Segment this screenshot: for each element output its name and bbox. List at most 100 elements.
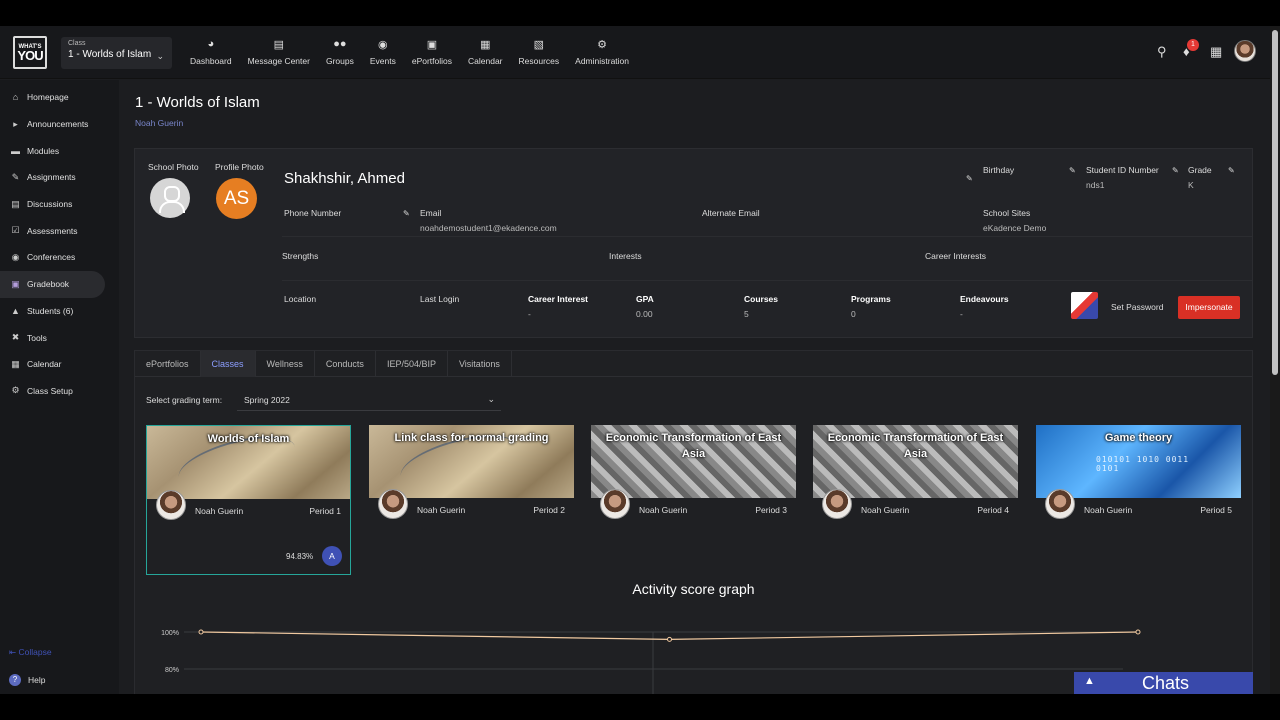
class-title: Economic Transformation of East Asia [827, 432, 1004, 460]
class-title: Worlds of Islam [207, 433, 290, 445]
class-teacher: Noah Guerin [417, 505, 466, 515]
set-password-icon[interactable] [1071, 292, 1098, 319]
career-interest-value: - [528, 309, 531, 319]
set-password-button[interactable]: Set Password [1111, 302, 1163, 312]
sidebar-item-label: Assessments [27, 225, 78, 236]
nav-label: ePortfolios [411, 56, 453, 66]
nav-eportfolios[interactable]: ▣ ePortfolios [404, 38, 460, 66]
sidebar-item-announcements[interactable]: ▸ Announcements [0, 111, 119, 138]
class-selector[interactable]: Class 1 - Worlds of Islam ⌄ [61, 37, 172, 69]
activity-score-point[interactable] [198, 629, 204, 635]
school-photo-label: School Photo [148, 162, 199, 172]
sidebar-item-label: Assignments [27, 172, 76, 183]
courses-value: 5 [744, 309, 749, 319]
help-button[interactable]: ? Help [9, 674, 45, 686]
career-interests-label: Career Interests [925, 251, 986, 261]
class-period: Period 2 [533, 505, 565, 515]
nav-dashboard[interactable]: ◕ Dashboard [182, 38, 240, 66]
sidebar-item-class-setup[interactable]: ⚙ Class Setup [0, 378, 119, 405]
question-icon: ? [9, 674, 21, 686]
class-card[interactable]: Game theory Noah Guerin Period 5 [1036, 425, 1241, 575]
sidebar-item-assignments[interactable]: ✎ Assignments [0, 164, 119, 191]
teacher-avatar [156, 490, 186, 520]
programs-label: Programs [851, 294, 891, 304]
class-card[interactable]: Economic Transformation of East Asia Noa… [813, 425, 1018, 575]
class-card[interactable]: Worlds of Islam Noah Guerin Period 1 94.… [146, 425, 351, 575]
sidebar-item-students[interactable]: ▲ Students (6) [0, 298, 119, 325]
nav-label: Events [369, 56, 396, 66]
tab-bar: ePortfolios Classes Wellness Conducts IE… [135, 351, 1252, 377]
location-label: Location [284, 294, 317, 304]
school-sites-label: School Sites [983, 208, 1031, 218]
chats-button[interactable]: ▲ Chats [1074, 672, 1253, 694]
edit-grade-icon[interactable]: ✎ [1228, 166, 1235, 175]
sidebar-item-discussions[interactable]: ▤ Discussions [0, 191, 119, 218]
gear-icon: ⚙ [11, 385, 20, 396]
sidebar-item-tools[interactable]: ✖ Tools [0, 324, 119, 351]
alternate-email-label: Alternate Email [702, 208, 760, 218]
sidebar-item-gradebook[interactable]: ▣ Gradebook [0, 270, 105, 298]
sidebar-item-label: Gradebook [27, 279, 70, 290]
edit-phone-icon[interactable]: ✎ [403, 209, 410, 218]
app-logo[interactable]: WHAT'S YOU [13, 36, 47, 69]
resources-icon: ▧ [533, 39, 545, 51]
sidebar: ⌂ Homepage ▸ Announcements ▬ Modules ✎ Assig… [0, 80, 119, 694]
class-selector-caption: Class [68, 40, 86, 47]
grading-term-select[interactable]: Spring 2022 ⌄ [237, 389, 501, 411]
nav-calendar[interactable]: ▦ Calendar [460, 38, 511, 66]
search-icon[interactable]: ⚲ [1157, 44, 1167, 60]
nav-label: Resources [518, 56, 560, 66]
profile-photo[interactable]: AS [216, 178, 257, 219]
nav-resources[interactable]: ▧ Resources [511, 38, 568, 66]
tab-visitations[interactable]: Visitations [448, 351, 512, 377]
gpa-label: GPA [636, 294, 654, 304]
sidebar-item-label: Tools [27, 332, 47, 343]
gradebook-icon: ▣ [11, 278, 20, 289]
grade-label: Grade [1188, 165, 1212, 175]
nav-label: Groups [325, 56, 354, 66]
y-tick-label: 80% [165, 667, 179, 674]
sidebar-item-label: Homepage [27, 92, 69, 103]
class-card[interactable]: Economic Transformation of East Asia Noa… [591, 425, 796, 575]
home-icon: ⌂ [12, 92, 19, 103]
tab-classes[interactable]: Classes [200, 351, 256, 377]
collapse-label: Collapse [18, 647, 52, 657]
sidebar-item-conferences[interactable]: ◉ Conferences [0, 244, 119, 271]
activity-score-point[interactable] [1135, 629, 1141, 635]
teacher-link[interactable]: Noah Guerin [135, 118, 183, 128]
class-title: Link class for normal grading [394, 432, 549, 444]
tab-wellness[interactable]: Wellness [256, 351, 315, 377]
page-scrollbar[interactable] [1270, 26, 1280, 694]
nav-message-center[interactable]: ▤ Message Center [240, 38, 318, 66]
impersonate-button[interactable]: Impersonate [1178, 296, 1240, 319]
scrollbar-thumb[interactable] [1272, 30, 1278, 375]
main-content: 1 - Worlds of Islam Noah Guerin School P… [119, 80, 1270, 694]
app-window: WHAT'S YOU Class 1 - Worlds of Islam ⌄ ◕… [0, 26, 1270, 694]
chevron-down-icon: ⌄ [156, 51, 164, 61]
sidebar-item-assessments[interactable]: ☑ Assessments [0, 217, 119, 244]
user-avatar[interactable] [1234, 40, 1256, 62]
class-card[interactable]: Link class for normal grading Noah Gueri… [369, 425, 574, 575]
activity-score-point[interactable] [667, 636, 672, 642]
student-profile-card: School Photo Profile Photo AS Shakhshir,… [134, 148, 1253, 338]
tab-eportfolios[interactable]: ePortfolios [135, 351, 201, 377]
sidebar-item-label: Class Setup [27, 385, 73, 396]
collapse-button[interactable]: ⇤ Collapse [9, 647, 52, 658]
tab-conducts[interactable]: Conducts [315, 351, 376, 377]
sidebar-item-label: Calendar [27, 359, 62, 370]
sidebar-item-homepage[interactable]: ⌂ Homepage [0, 84, 119, 111]
sidebar-item-modules[interactable]: ▬ Modules [0, 137, 119, 164]
nav-events[interactable]: ◉ Events [362, 38, 404, 66]
apps-grid-icon[interactable]: ▦ [1210, 44, 1222, 60]
tab-iep[interactable]: IEP/504/BIP [376, 351, 448, 377]
teacher-avatar [1045, 489, 1075, 519]
megaphone-icon: ▸ [13, 118, 18, 129]
nav-groups[interactable]: ●● Groups [318, 38, 362, 66]
nav-administration[interactable]: ⚙ Administration [567, 38, 637, 66]
edit-name-icon[interactable]: ✎ [966, 174, 973, 183]
notification-badge: 1 [1187, 39, 1199, 51]
endeavours-label: Endeavours [960, 294, 1009, 304]
edit-student-id-icon[interactable]: ✎ [1172, 166, 1179, 175]
sidebar-item-calendar[interactable]: ▦ Calendar [0, 351, 119, 378]
edit-birthday-icon[interactable]: ✎ [1069, 166, 1076, 175]
